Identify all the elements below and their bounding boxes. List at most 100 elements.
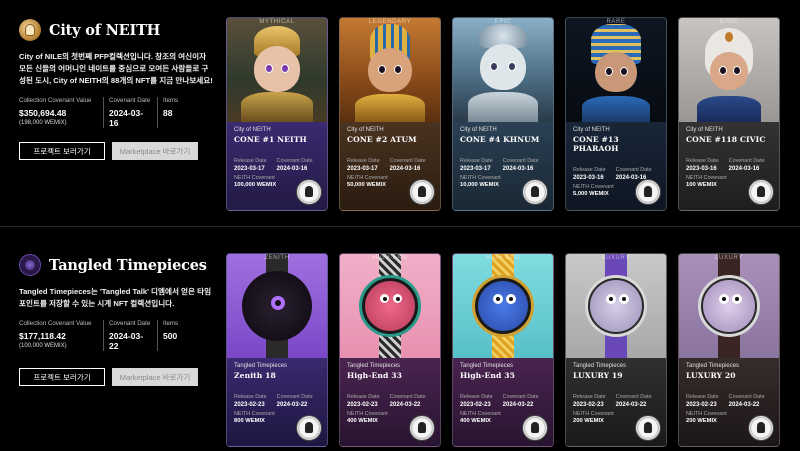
release-date: 2023-02-23 [460, 402, 491, 408]
release-date-label: Release Date [686, 158, 719, 164]
view-project-button[interactable]: 프로젝트 보러가기 [19, 142, 105, 160]
release-date-label: Release Date [686, 394, 719, 400]
card-collection: City of NEITH [460, 127, 497, 133]
covenant-value-sub: (100,000 WEMIX) [19, 343, 67, 349]
card-tier: CIVIC [719, 19, 739, 25]
nft-image [453, 18, 553, 122]
card-tier: LEGENDARY [368, 19, 412, 25]
card-name: CONE #1 NEITH [234, 135, 307, 144]
covenant-date: 2024-03-22 [109, 331, 144, 351]
covenant-date-label: Covenant Date [502, 394, 539, 400]
neith-seal-icon [296, 415, 322, 441]
neith-seal-icon [409, 415, 435, 441]
release-date: 2023-02-23 [347, 402, 378, 408]
release-date-label: Release Date [460, 158, 493, 164]
release-date-label: Release Date [460, 394, 493, 400]
nft-card[interactable]: CIVIC City of NEITH CONE #118 CIVIC Rele… [678, 17, 780, 211]
marketplace-button[interactable]: Marketplace 바로가기 [112, 368, 198, 386]
release-date-label: Release Date [234, 158, 267, 164]
card-tier: LUXURY [602, 255, 630, 261]
nft-image [679, 254, 779, 358]
covenant-value-label: Collection Covenant Value [19, 97, 92, 104]
covenant-date-label: Covenant Date [728, 158, 765, 164]
card-name: CONE #13 PHARAOH [573, 135, 619, 153]
nft-card[interactable]: HIGH-END Tangled Timepieces High-End 33 … [339, 253, 441, 447]
card-collection: City of NEITH [347, 127, 384, 133]
collection-info-tangled: Tangled Timepieces Tangled Timepieces는 '… [19, 252, 214, 351]
covenant-date: 2024-03-22 [276, 402, 308, 408]
nft-image [227, 18, 327, 122]
covenant-value: $350,694.48 [19, 108, 67, 118]
covenant-date: 2024-03-16 [389, 166, 421, 172]
covenant-date-label: Covenant Date [109, 320, 151, 327]
covenant-date-label: Covenant Date [615, 394, 652, 400]
covenant-date: 2024-03-16 [276, 166, 308, 172]
nft-card[interactable]: LUXURY Tangled Timepieces LUXURY 19 Rele… [565, 253, 667, 447]
card-tier: HIGH-END [485, 255, 521, 261]
release-date: 2023-02-23 [573, 402, 604, 408]
neith-seal-icon [522, 415, 548, 441]
neith-seal-icon [635, 179, 661, 205]
nft-image [566, 254, 666, 358]
covenant-date-label: Covenant Date [615, 167, 652, 173]
card-tier: LUXURY [715, 255, 743, 261]
release-date: 2023-03-17 [234, 166, 265, 172]
nft-card[interactable]: LUXURY Tangled Timepieces LUXURY 20 Rele… [678, 253, 780, 447]
neith-seal-icon [635, 415, 661, 441]
nft-card[interactable]: EPIC City of NEITH CONE #4 KHNUM Release… [452, 17, 554, 211]
covenant-date: 2024-03-16 [109, 108, 144, 128]
collection-info-neith: City of NEITH City of NILE의 첫번째 PFP컬렉션입니… [19, 17, 214, 128]
release-date: 2023-03-16 [686, 166, 717, 172]
covenant-value: $177,118.42 [19, 331, 66, 341]
collection-stats: Collection Covenant Value $350,694.48 (1… [19, 97, 214, 128]
nft-card[interactable]: RARE City of NEITH CONE #13 PHARAOH Rele… [565, 17, 667, 211]
card-collection: Tangled Timepieces [347, 363, 401, 369]
covenant-date-label: Covenant Date [276, 394, 313, 400]
card-name: CONE #4 KHNUM [460, 135, 540, 144]
card-tier: ZENITH [264, 255, 290, 261]
card-name: CONE #2 ATUM [347, 135, 417, 144]
covenant-date-label: Covenant Date [109, 97, 151, 104]
nft-image [453, 254, 553, 358]
card-name: High-End 33 [347, 371, 402, 380]
covenant-value-sub: (198,000 WEMIX) [19, 120, 67, 126]
release-date-label: Release Date [347, 394, 380, 400]
card-collection: Tangled Timepieces [234, 363, 288, 369]
marketplace-button[interactable]: Marketplace 바로가기 [112, 142, 198, 160]
release-date: 2023-03-17 [347, 166, 378, 172]
neith-logo-icon [19, 19, 41, 41]
neith-seal-icon [409, 179, 435, 205]
items-count: 88 [163, 108, 173, 118]
card-name: Zenith 18 [234, 371, 276, 380]
covenant-date-label: Covenant Date [276, 158, 313, 164]
nft-image [340, 18, 440, 122]
card-collection: Tangled Timepieces [686, 363, 740, 369]
collection-actions: 프로젝트 보러가기 Marketplace 바로가기 [19, 368, 198, 386]
nft-card[interactable]: LEGENDARY City of NEITH CONE #2 ATUM Rel… [339, 17, 441, 211]
covenant-date: 2024-03-22 [502, 402, 534, 408]
card-tier: EPIC [494, 19, 512, 25]
card-name: LUXURY 20 [686, 371, 736, 380]
card-collection: City of NEITH [686, 127, 723, 133]
release-date-label: Release Date [234, 394, 267, 400]
neith-seal-icon [748, 415, 774, 441]
nft-card[interactable]: HIGH-END Tangled Timepieces High-End 35 … [452, 253, 554, 447]
card-collection: Tangled Timepieces [573, 363, 627, 369]
release-date-label: Release Date [573, 394, 606, 400]
nft-card[interactable]: ZENITH Tangled Timepieces Zenith 18 Rele… [226, 253, 328, 447]
neith-seal-icon [748, 179, 774, 205]
section-divider [0, 226, 800, 227]
card-tier: RARE [606, 19, 626, 25]
view-project-button[interactable]: 프로젝트 보러가기 [19, 368, 105, 386]
collection-title: Tangled Timepieces [49, 256, 207, 274]
collection-title: City of NEITH [49, 21, 161, 39]
covenant-value-label: Collection Covenant Value [19, 320, 92, 327]
card-tier: HIGH-END [372, 255, 408, 261]
collection-stats: Collection Covenant Value $177,118.42 (1… [19, 320, 214, 351]
covenant-date: 2024-03-22 [389, 402, 421, 408]
covenant-date-label: Covenant Date [502, 158, 539, 164]
card-collection: City of NEITH [573, 127, 610, 133]
covenant-date-label: Covenant Date [389, 394, 426, 400]
nft-card[interactable]: MYTHICAL City of NEITH CONE #1 NEITH Rel… [226, 17, 328, 211]
card-collection: City of NEITH [234, 127, 271, 133]
